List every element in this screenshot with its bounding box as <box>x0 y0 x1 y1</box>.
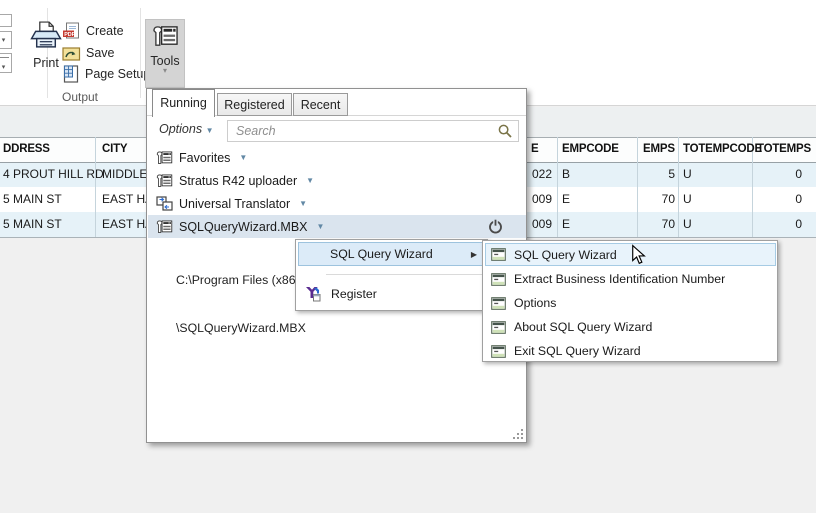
chevron-down-icon[interactable]: ▼ <box>299 199 307 208</box>
column-divider[interactable] <box>95 137 96 237</box>
context-menu: SQL Query Wizard ▶ Register <box>295 239 488 311</box>
page-setup-icon <box>62 65 80 83</box>
tool-icon <box>156 150 173 166</box>
submenu-item-about[interactable]: About SQL Query Wizard <box>485 315 776 339</box>
pdf-create-icon <box>62 22 81 40</box>
form-icon <box>491 248 506 261</box>
spinner-control[interactable] <box>0 14 12 27</box>
save-icon <box>62 45 81 62</box>
split-spinner[interactable]: ▾ <box>0 53 12 73</box>
create-button[interactable]: Create <box>62 21 124 41</box>
table-cell[interactable]: 5 MAIN ST <box>3 212 95 237</box>
table-cell[interactable]: 70 <box>620 187 675 212</box>
tab-strip: Running Registered Recent <box>147 89 526 117</box>
table-column-emps: EMPS 5 70 70 <box>620 137 675 237</box>
form-icon <box>491 321 506 334</box>
chevron-down-icon[interactable]: ▼ <box>239 153 247 162</box>
page-setup-button[interactable]: Page Setup <box>62 64 150 84</box>
search-input[interactable] <box>228 121 498 141</box>
sql-query-wizard-submenu: SQL Query Wizard Extract Business Identi… <box>482 240 778 362</box>
list-item-sqlquerywizard[interactable]: SQLQueryWizard.MBX ▼ <box>148 215 526 238</box>
translator-icon <box>156 196 173 212</box>
tools-button[interactable]: Tools ▾ <box>145 19 185 88</box>
tools-icon <box>152 24 179 49</box>
submenu-item-exit[interactable]: Exit SQL Query Wizard <box>485 339 776 363</box>
column-header[interactable]: TOTEMPS <box>738 137 811 162</box>
table-cell[interactable]: 0 <box>738 162 802 187</box>
column-header[interactable]: DDRESS <box>3 137 95 162</box>
ribbon-separator <box>140 8 141 98</box>
table-cell[interactable]: 5 MAIN ST <box>3 187 95 212</box>
table-cell[interactable]: 4 PROUT HILL RD <box>3 162 104 187</box>
chevron-down-icon[interactable]: ▼ <box>317 222 325 231</box>
table-column-address: DDRESS 4 PROUT HILL RD 5 MAIN ST 5 MAIN … <box>3 137 104 237</box>
column-divider[interactable] <box>557 137 558 237</box>
tab-recent[interactable]: Recent <box>293 93 348 116</box>
tool-icon <box>156 173 173 189</box>
search-box <box>227 120 519 142</box>
list-item-favorites[interactable]: Favorites ▼ <box>148 146 526 169</box>
resize-grip[interactable] <box>513 429 523 439</box>
tab-running[interactable]: Running <box>152 89 215 117</box>
mouse-cursor <box>631 244 646 265</box>
dropdown-spinner[interactable]: ▾ <box>0 31 12 49</box>
table-cell[interactable]: 0 <box>738 187 802 212</box>
form-icon <box>491 273 506 286</box>
selected-tool-path: C:\Program Files (x86)\ \SQLQueryWizard.… <box>176 273 306 335</box>
printer-icon <box>28 20 64 51</box>
form-icon <box>491 297 506 310</box>
column-divider[interactable] <box>678 137 679 237</box>
chevron-down-icon: ▾ <box>162 66 167 75</box>
table-cell[interactable]: 0 <box>738 212 802 237</box>
chevron-down-icon: ▼ <box>205 126 214 135</box>
menu-item-register[interactable]: Register <box>298 280 486 307</box>
power-running-icon[interactable] <box>487 218 504 235</box>
submenu-item-options[interactable]: Options <box>485 291 776 315</box>
save-button[interactable]: Save <box>62 43 115 63</box>
chevron-down-icon[interactable]: ▼ <box>306 176 314 185</box>
list-item-universal-translator[interactable]: Universal Translator ▼ <box>148 192 526 215</box>
menu-separator <box>326 274 483 275</box>
submenu-arrow-icon: ▶ <box>470 249 477 259</box>
app-window: ▾ ▾ Print Create Save Page Setup Output … <box>0 0 816 513</box>
options-dropdown[interactable]: Options ▼ <box>159 122 214 136</box>
menu-item-sql-query-wizard[interactable]: SQL Query Wizard ▶ <box>298 242 486 266</box>
table-cell[interactable]: 70 <box>620 212 675 237</box>
submenu-item-extract-bin[interactable]: Extract Business Identification Number <box>485 267 776 291</box>
column-header[interactable]: EMPS <box>620 137 675 162</box>
search-icon[interactable] <box>498 124 513 139</box>
table-column-totemps: TOTEMPS 0 0 0 <box>738 137 811 237</box>
tab-registered[interactable]: Registered <box>217 93 292 116</box>
table-cell[interactable]: 5 <box>620 162 675 187</box>
form-icon <box>491 345 506 358</box>
list-item-stratus-uploader[interactable]: Stratus R42 uploader ▼ <box>148 169 526 192</box>
output-group-label: Output <box>61 90 99 104</box>
tool-icon <box>156 219 173 235</box>
register-icon <box>304 286 321 302</box>
